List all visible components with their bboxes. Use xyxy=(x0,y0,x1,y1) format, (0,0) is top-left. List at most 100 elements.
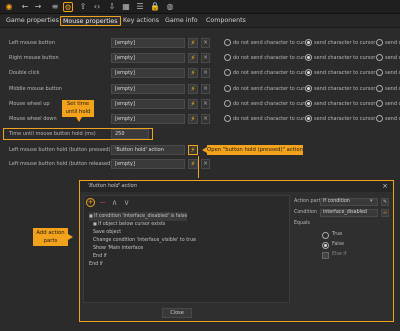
move-up-icon[interactable]: ∧ xyxy=(110,198,119,207)
row-value[interactable]: [empty] xyxy=(111,68,185,78)
settings-icon[interactable]: ⚙ xyxy=(63,2,73,12)
lock-icon[interactable]: 🔒 xyxy=(150,2,160,12)
tab-game-info[interactable]: Game info xyxy=(163,16,200,26)
move-down-icon[interactable]: ∨ xyxy=(122,198,131,207)
hold-time-input[interactable]: 250 xyxy=(111,129,149,139)
else-if-checkbox[interactable] xyxy=(322,252,329,259)
hold-released-value[interactable]: [empty] xyxy=(111,159,185,169)
radio-send-other[interactable] xyxy=(376,54,383,61)
close-button[interactable]: Close xyxy=(162,308,192,318)
radio-send-other[interactable] xyxy=(376,69,383,76)
grid-icon[interactable]: ▦ xyxy=(121,2,131,12)
code-icon[interactable]: ‹› xyxy=(92,2,102,12)
logo-icon[interactable]: ◉ xyxy=(4,2,14,12)
row-value[interactable]: [empty] xyxy=(111,99,185,109)
radio-send[interactable] xyxy=(305,54,312,61)
action-line-text: If object below cursor exists xyxy=(98,222,166,227)
radio-true[interactable] xyxy=(322,232,329,239)
hold-released-label: Left mouse button hold (button released) xyxy=(9,161,113,167)
radio-no-send-label: do not send character to cursor xyxy=(233,55,313,61)
tab-key-actions[interactable]: Key actions xyxy=(121,16,161,26)
action-parts-list: + − ∧ ∨ ■ If condition 'interface_disabl… xyxy=(83,195,290,303)
row-value[interactable]: [empty] xyxy=(111,114,185,124)
edit-icon[interactable]: ✎ xyxy=(381,198,389,206)
callout-open-action: Open "button hold (pressed)" action xyxy=(207,145,303,155)
lightning-icon[interactable]: ⚡ xyxy=(188,68,198,78)
radio-send[interactable] xyxy=(305,69,312,76)
condition-label: Condition xyxy=(294,210,317,215)
lightning-icon[interactable]: ⚡ xyxy=(188,53,198,63)
mouse-button-row: Left mouse button [empty] ⚡ × do not send ch… xyxy=(0,37,400,49)
clear-icon[interactable]: × xyxy=(201,68,210,78)
clear-icon[interactable]: × xyxy=(201,53,210,63)
hold-time-label: Time until mouse button hold (ms) xyxy=(9,131,96,137)
remove-icon[interactable]: − xyxy=(98,198,107,207)
action-part-label: Action part xyxy=(294,199,321,204)
radio-false[interactable] xyxy=(322,242,329,249)
action-line-text: End if xyxy=(93,254,107,259)
mouse-button-row: Mouse wheel up [empty] ⚡ × do not send chara… xyxy=(0,98,400,110)
radio-no-send-label: do not send character to cursor xyxy=(233,40,313,46)
lightning-icon[interactable]: ⚡ xyxy=(188,38,198,48)
link-icon[interactable]: ∞ xyxy=(381,209,389,217)
clear-icon[interactable]: × xyxy=(201,84,210,94)
callout-arrow xyxy=(76,117,82,122)
lightning-icon[interactable]: ⚡ xyxy=(188,99,198,109)
row-value[interactable]: [empty] xyxy=(111,84,185,94)
connector-line xyxy=(198,156,199,178)
menu-icon[interactable]: ≡ xyxy=(50,2,60,12)
else-if-label: Else if xyxy=(332,252,347,257)
upload-icon[interactable]: ⇪ xyxy=(78,2,88,12)
clear-icon[interactable]: × xyxy=(201,99,210,109)
radio-send-other-label: send ch xyxy=(385,116,400,122)
radio-send[interactable] xyxy=(305,39,312,46)
condition-field[interactable]: interface_disabled xyxy=(320,209,378,217)
radio-send[interactable] xyxy=(305,115,312,122)
close-icon[interactable]: × xyxy=(382,182,388,190)
radio-send-other[interactable] xyxy=(376,85,383,92)
radio-no-send[interactable] xyxy=(224,39,231,46)
tab-game-properties[interactable]: Game properties xyxy=(4,16,61,26)
row-value[interactable]: [empty] xyxy=(111,53,185,63)
tab-components[interactable]: Components xyxy=(204,16,248,26)
action-line[interactable]: End if xyxy=(89,260,103,269)
list-icon[interactable]: ☰ xyxy=(135,2,145,12)
radio-send-other-label: send ch xyxy=(385,101,400,107)
action-line-text: End if xyxy=(89,262,103,267)
radio-no-send-label: do not send character to cursor xyxy=(233,101,313,107)
globe-icon[interactable]: ◍ xyxy=(165,2,175,12)
lightning-icon[interactable]: ⚡ xyxy=(188,114,198,124)
action-dialog: 'Button hold' action × + − ∧ ∨ ■ If cond… xyxy=(79,180,394,322)
radio-no-send[interactable] xyxy=(224,115,231,122)
clear-icon[interactable]: × xyxy=(201,114,210,124)
add-icon[interactable]: + xyxy=(86,198,95,207)
lightning-icon[interactable]: ⚡ xyxy=(188,84,198,94)
radio-no-send[interactable] xyxy=(224,54,231,61)
chevron-down-icon[interactable]: ▾ xyxy=(370,198,373,204)
row-value[interactable]: [empty] xyxy=(111,38,185,48)
radio-send[interactable] xyxy=(305,85,312,92)
radio-no-send-label: do not send character to cursor xyxy=(233,70,313,76)
back-icon[interactable]: ← xyxy=(20,2,30,12)
radio-no-send[interactable] xyxy=(224,100,231,107)
clear-icon[interactable]: × xyxy=(201,38,210,48)
tab-mouse-properties[interactable]: Mouse properties xyxy=(60,16,121,26)
action-line-text: Change condition 'interface_visible' to … xyxy=(93,238,197,243)
lightning-icon[interactable]: ⚡ xyxy=(188,159,198,169)
radio-send-other-label: send ch xyxy=(385,40,400,46)
radio-send-label: send character to cursor xyxy=(314,86,376,92)
radio-no-send[interactable] xyxy=(224,85,231,92)
radio-send[interactable] xyxy=(305,100,312,107)
radio-send-other[interactable] xyxy=(376,115,383,122)
clear-icon[interactable]: × xyxy=(201,159,210,169)
radio-no-send[interactable] xyxy=(224,69,231,76)
download-icon[interactable]: ⇩ xyxy=(107,2,117,12)
forward-icon[interactable]: → xyxy=(33,2,43,12)
radio-send-other[interactable] xyxy=(376,100,383,107)
lightning-icon[interactable]: ⚡ xyxy=(188,145,198,155)
callout-arrow xyxy=(202,147,207,153)
hold-pressed-value[interactable]: 'Button hold' action xyxy=(111,145,185,155)
toolbar: ◉ ← → ≡ ⚙ ⇪ ‹› ⇩ ▦ ☰ 🔒 ◍ xyxy=(0,0,400,14)
radio-send-other[interactable] xyxy=(376,39,383,46)
radio-no-send-label: do not send character to cursor xyxy=(233,86,313,92)
